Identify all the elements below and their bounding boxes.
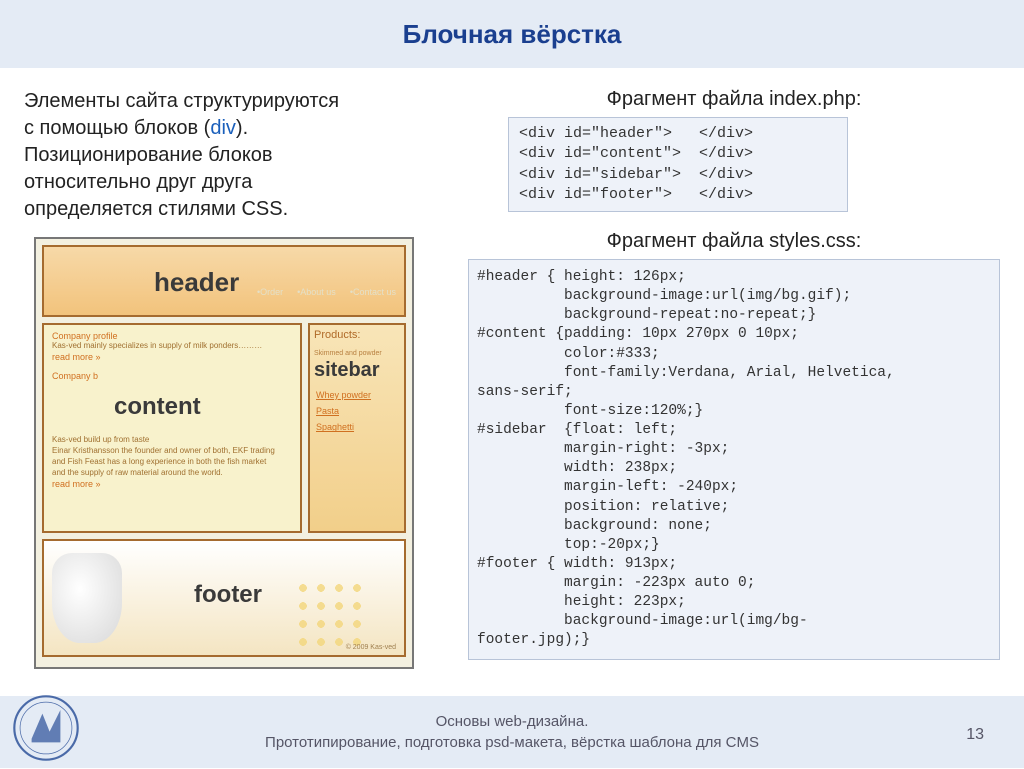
left-column: Элементы сайта структурируются с помощью… bbox=[24, 88, 444, 678]
php-code: <div id="header"> </div> <div id="conten… bbox=[508, 117, 848, 212]
title-bar: Блочная вёрстка bbox=[0, 0, 1024, 68]
nav-item: •Contact us bbox=[350, 287, 396, 297]
footer-l2: Прототипирование, подготовка psd-макета,… bbox=[265, 734, 759, 751]
products-title: Products: bbox=[314, 329, 400, 341]
div-keyword: div bbox=[210, 117, 236, 139]
rm: read more » bbox=[52, 352, 101, 362]
content-area: Элементы сайта структурируются с помощью… bbox=[0, 68, 1024, 678]
footer-l1: Основы web-дизайна. bbox=[436, 713, 589, 730]
mockup-nav: •Order •About us •Contact us bbox=[257, 287, 396, 297]
slide-title: Блочная вёрстка bbox=[403, 19, 622, 50]
mockup-header: header •Order •About us •Contact us bbox=[42, 245, 406, 317]
rm2: read more » bbox=[52, 479, 101, 489]
intro-l5: определяется стилями CSS. bbox=[24, 198, 288, 220]
right-column: Фрагмент файла index.php: <div id="heade… bbox=[468, 88, 1000, 678]
university-logo-icon bbox=[10, 692, 82, 764]
intro-l3: Позиционирование блоков bbox=[24, 144, 273, 166]
intro-text: Элементы сайта структурируются с помощью… bbox=[24, 88, 444, 223]
t5: and the supply of raw material around th… bbox=[52, 468, 292, 477]
cb: Company b bbox=[52, 371, 98, 381]
sb-link: Spaghetti bbox=[316, 422, 354, 432]
intro-l2b: ). bbox=[236, 117, 248, 139]
css-code: #header { height: 126px; background-imag… bbox=[468, 259, 1000, 660]
intro-l4: относительно друг друга bbox=[24, 171, 252, 193]
content-label: content bbox=[114, 393, 201, 421]
t3: Einar Kristhansson the founder and owner… bbox=[52, 446, 292, 455]
nav-item: •Order bbox=[257, 287, 283, 297]
sidebar-label: sitebar bbox=[314, 359, 380, 382]
nav-item: •About us bbox=[297, 287, 336, 297]
mockup-footer: footer © 2009 Kas-ved bbox=[42, 539, 406, 657]
header-label: header bbox=[154, 267, 239, 298]
footer-label: footer bbox=[194, 581, 262, 609]
sb-link: Pasta bbox=[316, 406, 339, 416]
jug-icon bbox=[52, 553, 122, 643]
pasta-icon bbox=[294, 579, 364, 649]
layout-mockup: header •Order •About us •Contact us Comp… bbox=[34, 237, 414, 669]
sb-link: Whey powder bbox=[316, 390, 371, 400]
sidebar-links: Whey powder Pasta Spaghetti bbox=[316, 387, 371, 436]
css-caption: Фрагмент файла styles.css: bbox=[468, 230, 1000, 253]
mockup-sidebar: Products: Skimmed and powder sitebar Whe… bbox=[308, 323, 406, 533]
mockup-row: Company profile Kas-ved mainly specializ… bbox=[42, 323, 406, 533]
products-sub: Skimmed and powder bbox=[314, 350, 382, 357]
footer-text: Основы web-дизайна. Прототипирование, по… bbox=[265, 711, 759, 753]
page-number: 13 bbox=[966, 726, 984, 744]
t2: Kas-ved build up from taste bbox=[52, 435, 292, 444]
t4: and Fish Feast has a long experience in … bbox=[52, 457, 292, 466]
cp: Company profile bbox=[52, 331, 118, 341]
mockup-content: Company profile Kas-ved mainly specializ… bbox=[42, 323, 302, 533]
intro-l1: Элементы сайта структурируются bbox=[24, 90, 339, 112]
footer-bar: Основы web-дизайна. Прототипирование, по… bbox=[0, 696, 1024, 768]
t1: Kas-ved mainly specializes in supply of … bbox=[52, 341, 292, 350]
php-caption: Фрагмент файла index.php: bbox=[468, 88, 1000, 111]
intro-l2a: с помощью блоков ( bbox=[24, 117, 210, 139]
copyright: © 2009 Kas-ved bbox=[346, 644, 396, 651]
